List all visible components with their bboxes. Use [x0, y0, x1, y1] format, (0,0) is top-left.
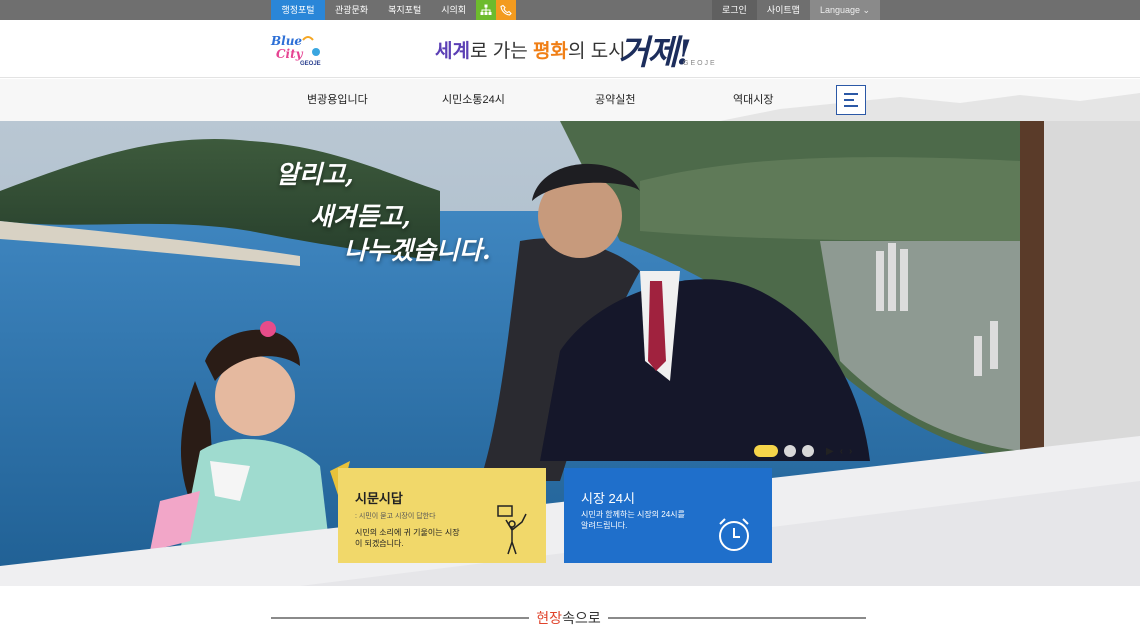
mountain-graphic — [720, 93, 1140, 121]
card-q-and-a-subtitle: : 시민이 묻고 시장이 답한다 — [355, 513, 436, 520]
card-q-and-a[interactable]: 시문시답 : 시민이 묻고 시장이 답한다 시민의 소리에 귀 기울이는 시장이… — [338, 468, 546, 563]
hamburger-menu-button[interactable] — [836, 85, 866, 115]
portal-link-tourism[interactable]: 관광문화 — [325, 0, 378, 20]
portal-link-admin[interactable]: 행정포털 — [271, 0, 325, 20]
portal-links: 행정포털 관광문화 복지포털 시의회 — [271, 0, 517, 20]
card-q-and-a-desc: 시민의 소리에 귀 기울이는 시장이 되겠습니다. — [355, 528, 460, 548]
top-utility-bar: 행정포털 관광문화 복지포털 시의회 로그인 사이트맵 Language ⌄ — [0, 0, 1140, 20]
nav-item-past-mayors[interactable]: 역대시장 — [733, 79, 773, 121]
language-select[interactable]: Language ⌄ — [809, 0, 880, 20]
slogan-to: 로 가는 — [469, 41, 533, 62]
sitemap-icon[interactable] — [476, 0, 497, 20]
slogan-city: 의 도시 — [567, 41, 626, 62]
hero-caption-line1: 알리고, — [276, 160, 354, 189]
blue-city-logo[interactable]: Blue City GEOJE — [270, 32, 326, 67]
menu-line-icon — [844, 93, 858, 95]
geoje-calligraphy: 거제! — [618, 33, 691, 73]
portal-link-council[interactable]: 시의회 — [431, 0, 476, 20]
main-nav: 변광용입니다 시민소통24시 공약실천 역대시장 — [0, 79, 1140, 121]
slogan-peace: 평화 — [532, 41, 568, 62]
menu-line-icon — [844, 105, 858, 107]
hero-caption-line3: 나누겠습니다. — [344, 236, 491, 265]
utility-links: 로그인 사이트맵 Language ⌄ — [712, 0, 880, 20]
nav-item-pledges[interactable]: 공약실천 — [595, 79, 635, 121]
play-icon[interactable]: ▶ — [826, 446, 834, 457]
phone-icon[interactable] — [496, 0, 517, 20]
menu-line-icon — [844, 99, 854, 101]
section-heading: 현장속으로 — [271, 604, 866, 630]
site-header: Blue City GEOJE 세계로 가는 평화의 도시 거제! GEOJE — [0, 20, 1140, 78]
slide-indicator[interactable] — [754, 445, 778, 457]
hero-caption-line2: 새겨듣고, — [310, 202, 411, 231]
login-link[interactable]: 로그인 — [712, 0, 757, 20]
language-label: Language — [819, 5, 861, 15]
nav-item-introduction[interactable]: 변광용입니다 — [307, 79, 368, 121]
alarm-clock-icon — [719, 518, 749, 551]
section-title-text: 현장속으로 — [271, 608, 866, 628]
card-mayor-24h-title: 시장 24시 — [581, 491, 635, 506]
card-mayor-24h[interactable]: 시장 24시 시민과 함께하는 시장의 24시를 알려드립니다. — [564, 468, 772, 563]
slide-indicator[interactable] — [802, 445, 814, 457]
svg-text:City: City — [276, 47, 304, 61]
speaker-board-icon — [497, 505, 527, 555]
geoje-wordmark: GEOJE — [683, 60, 717, 67]
prev-arrow-icon[interactable]: ‹ — [840, 446, 843, 457]
card-mayor-24h-desc: 시민과 함께하는 시장의 24시를 알려드립니다. — [581, 510, 685, 530]
svg-text:Blue: Blue — [270, 34, 302, 48]
nav-item-communication[interactable]: 시민소통24시 — [442, 79, 505, 121]
slider-controls: ▶ ‹ › — [754, 445, 852, 457]
slide-indicator[interactable] — [784, 445, 796, 457]
city-slogan: 세계로 가는 평화의 도시 — [435, 36, 626, 63]
portal-link-welfare[interactable]: 복지포털 — [378, 0, 431, 20]
card-q-and-a-title: 시문시답 — [355, 491, 403, 506]
next-arrow-icon[interactable]: › — [849, 446, 852, 457]
section-title-rest: 속으로 — [562, 610, 601, 626]
sitemap-link[interactable]: 사이트맵 — [757, 0, 810, 20]
svg-text:GEOJE: GEOJE — [300, 61, 321, 66]
slogan-world: 세계 — [435, 41, 470, 62]
section-title-highlight: 현장 — [536, 610, 563, 626]
chevron-down-icon: ⌄ — [860, 5, 871, 15]
